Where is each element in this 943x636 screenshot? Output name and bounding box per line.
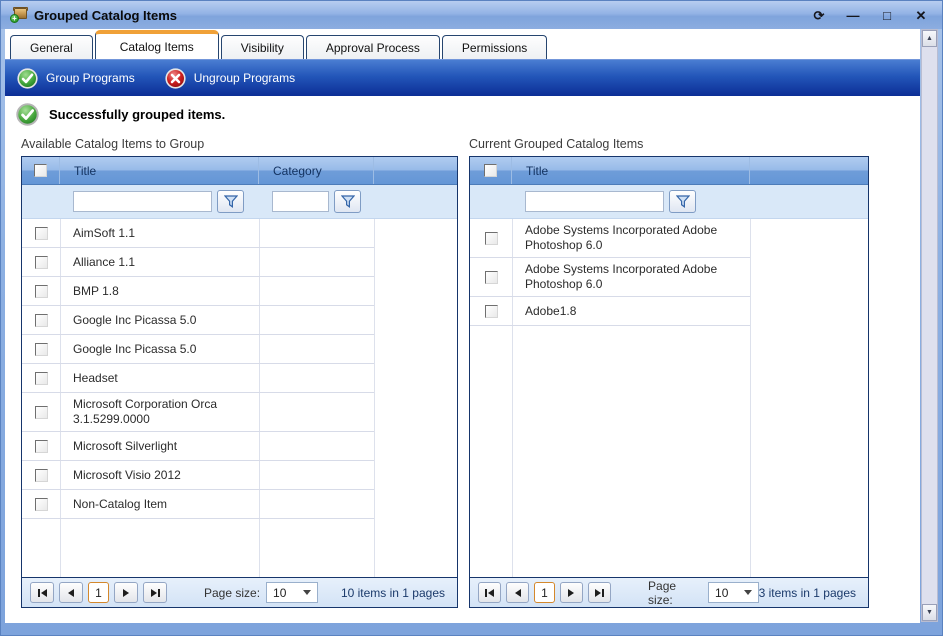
window-content: General Catalog Items Visibility Approva… [5,29,920,623]
tab-permissions[interactable]: Permissions [442,35,547,59]
available-grid-pager: 1 Page size: 10 10 items in 1 pages [22,577,457,607]
category-filter-button[interactable] [334,190,361,213]
window-title: Grouped Catalog Items [34,8,177,23]
row-checkbox[interactable] [35,343,48,356]
select-all-checkbox[interactable] [484,164,497,177]
page-number-button[interactable]: 1 [534,582,554,603]
title-filter-button[interactable] [217,190,244,213]
package-icon: + [10,7,27,23]
first-page-button[interactable] [478,582,501,603]
page-size-label: Page size: [648,579,702,607]
grouped-grid-filter-row [470,185,868,219]
row-checkbox[interactable] [485,232,498,245]
funnel-icon [676,195,690,208]
tab-approval-process[interactable]: Approval Process [306,35,440,59]
minimize-icon[interactable]: — [844,9,862,22]
status-message: Successfully grouped items. [16,103,225,126]
table-row[interactable]: AimSoft 1.1 [22,219,457,248]
available-grid-filter-row [22,185,457,219]
table-row[interactable]: Headset [22,364,457,393]
plus-badge-icon: + [10,14,19,23]
table-row[interactable]: Google Inc Picassa 5.0 [22,335,457,364]
row-checkbox[interactable] [35,469,48,482]
group-programs-button[interactable]: Group Programs [17,68,135,89]
available-grid-header: Title Category [22,157,457,185]
table-row[interactable]: Alliance 1.1 [22,248,457,277]
title-filter-input[interactable] [73,191,212,212]
grouped-grid-header: Title [470,157,868,185]
vertical-scrollbar[interactable]: ▲ ▼ [921,29,938,622]
ungroup-programs-button[interactable]: Ungroup Programs [165,68,295,89]
next-page-button[interactable] [560,582,583,603]
funnel-icon [224,195,238,208]
funnel-icon [341,195,355,208]
row-checkbox[interactable] [35,498,48,511]
table-row[interactable]: Adobe1.8 [470,297,868,326]
tab-general[interactable]: General [10,35,93,59]
page-size-label: Page size: [204,586,260,600]
table-row[interactable]: Non-Catalog Item [22,490,457,519]
chevron-down-icon [744,590,752,595]
table-row[interactable]: Adobe Systems Incorporated Adobe Photosh… [470,258,868,297]
row-checkbox[interactable] [35,227,48,240]
first-page-button[interactable] [30,582,54,603]
tab-catalog-items[interactable]: Catalog Items [95,30,219,59]
toolbar: Group Programs Ungroup Programs [5,59,920,96]
grouped-grid-pager: 1 Page size: 10 3 items in 1 pages [470,577,868,607]
table-row[interactable]: Microsoft Corporation Orca 3.1.5299.0000 [22,393,457,432]
table-row[interactable]: Microsoft Silverlight [22,432,457,461]
page-size-select[interactable]: 10 [266,582,318,603]
prev-page-button[interactable] [59,582,83,603]
row-checkbox[interactable] [35,285,48,298]
table-row[interactable]: Google Inc Picassa 5.0 [22,306,457,335]
chevron-down-icon [303,590,311,595]
last-page-button[interactable] [588,582,611,603]
next-page-button[interactable] [114,582,138,603]
items-summary: 10 items in 1 pages [341,586,449,600]
scroll-up-icon[interactable]: ▲ [922,30,937,47]
prev-page-button[interactable] [506,582,529,603]
title-filter-button[interactable] [669,190,696,213]
select-all-checkbox[interactable] [34,164,47,177]
grouped-items-label: Current Grouped Catalog Items [469,137,643,151]
title-filter-input[interactable] [525,191,664,212]
tab-strip: General Catalog Items Visibility Approva… [5,29,920,59]
column-header-title[interactable]: Title [512,164,548,178]
row-checkbox[interactable] [35,256,48,269]
green-check-icon [17,68,38,89]
row-checkbox[interactable] [485,305,498,318]
tab-visibility[interactable]: Visibility [221,35,304,59]
title-bar: + Grouped Catalog Items ⟳ — □ ✕ [1,1,942,29]
row-checkbox[interactable] [35,440,48,453]
scroll-down-icon[interactable]: ▼ [922,604,937,621]
table-row[interactable]: Microsoft Visio 2012 [22,461,457,490]
page-size-select[interactable]: 10 [708,582,759,603]
success-check-icon [16,103,39,126]
row-checkbox[interactable] [35,406,48,419]
grouped-items-grid: Title [469,156,869,608]
row-checkbox[interactable] [35,314,48,327]
grouped-catalog-items-window: + Grouped Catalog Items ⟳ — □ ✕ General … [0,0,943,636]
red-x-icon [165,68,186,89]
close-icon[interactable]: ✕ [912,9,930,22]
table-row[interactable]: Adobe Systems Incorporated Adobe Photosh… [470,219,868,258]
available-items-label: Available Catalog Items to Group [21,137,204,151]
items-summary: 3 items in 1 pages [759,586,860,600]
last-page-button[interactable] [143,582,167,603]
available-items-grid: Title Category [21,156,458,608]
refresh-icon[interactable]: ⟳ [810,9,828,22]
maximize-icon[interactable]: □ [878,9,896,22]
row-checkbox[interactable] [35,372,48,385]
column-header-category[interactable]: Category [259,164,322,178]
page-number-button[interactable]: 1 [88,582,109,603]
category-filter-input[interactable] [272,191,329,212]
table-row[interactable]: BMP 1.8 [22,277,457,306]
status-text: Successfully grouped items. [49,107,225,122]
row-checkbox[interactable] [485,271,498,284]
column-header-title[interactable]: Title [60,164,96,178]
